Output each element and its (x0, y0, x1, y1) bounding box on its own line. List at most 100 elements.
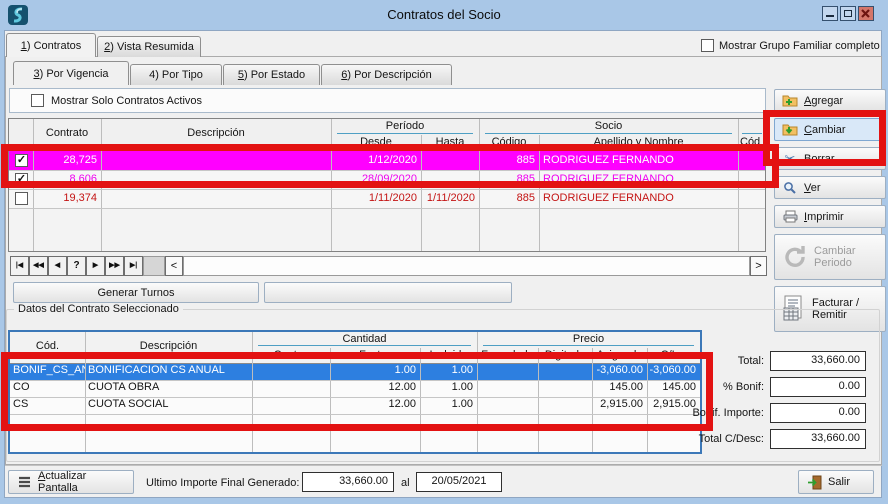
bonif-importe-label: Bonif. Importe: (672, 407, 764, 419)
cambiar-button[interactable]: Cambiar (774, 118, 886, 141)
tab-por-tipo-label: 4) Por Tipo (149, 69, 203, 81)
cell-desde: 1/11/2020 (331, 189, 417, 208)
generar-turnos-button[interactable]: Generar Turnos (13, 282, 259, 303)
edit-folder-icon (782, 123, 798, 137)
nav-last-button[interactable]: ▶| (124, 256, 143, 276)
mostrar-grupo-familiar-label: Mostrar Grupo Familiar completo (719, 40, 880, 52)
total-cdesc-field[interactable]: 33,660.00 (770, 429, 866, 449)
row-checkbox[interactable] (15, 192, 28, 205)
cambiar-periodo-button[interactable]: Cambiar Periodo (774, 234, 886, 280)
row-checkbox[interactable]: ✓ (15, 173, 28, 186)
tab-vista-resumida[interactable]: 2) Vista Resumida (97, 36, 201, 57)
nav-prev-page-button[interactable]: ◀◀ (29, 256, 48, 276)
window: Contratos del Socio 1) Contratos 2) Vist… (0, 0, 888, 504)
col-header-desde[interactable]: Desde (331, 136, 421, 148)
tab-por-tipo[interactable]: 4) Por Tipo (130, 64, 222, 85)
col-header-digitado[interactable]: Digitado (538, 349, 592, 361)
total-field[interactable]: 33,660.00 (770, 351, 866, 371)
tab-por-descripcion[interactable]: 6) Por Descripción (321, 64, 452, 85)
hscrollbar-right-arrow[interactable]: > (750, 256, 767, 276)
salir-label: Salir (828, 476, 850, 488)
borrar-button[interactable]: ✂ Borrar (774, 147, 886, 170)
cell-descripcion: CUOTA OBRA (88, 379, 251, 396)
group-header-socio: Socio (479, 120, 738, 132)
cell-cod: CS (13, 396, 85, 413)
col-header-cod-truncated[interactable]: Cód (740, 136, 765, 148)
bonif-importe-field[interactable]: 0.00 (770, 403, 866, 423)
detail-groupbox-title: Datos del Contrato Seleccionado (14, 303, 183, 315)
ultimo-importe-field[interactable]: 33,660.00 (302, 472, 394, 492)
cell-contrato: 8,606 (33, 170, 97, 189)
salir-button[interactable]: Salir (798, 470, 874, 494)
group-header-precio: Precio (477, 333, 700, 345)
nav-next-page-button[interactable]: ▶▶ (105, 256, 124, 276)
nav-prev-button[interactable]: ◀ (48, 256, 67, 276)
refresh-icon (782, 244, 808, 270)
printer-icon (782, 210, 798, 224)
group-header-cantidad: Cantidad (252, 333, 477, 345)
hscrollbar-track[interactable] (183, 256, 750, 276)
cell-nombre: RODRIGUEZ FERNANDO (543, 151, 738, 170)
col-header-cod[interactable]: Cód. (10, 340, 85, 352)
window-title: Contratos del Socio (0, 7, 888, 22)
cell-nombre: RODRIGUEZ FERNANDO (543, 170, 738, 189)
nav-help-button[interactable]: ? (67, 256, 86, 276)
tab-por-estado[interactable]: 5) Por Estado (223, 64, 320, 85)
cell-hasta (421, 170, 475, 189)
ultimo-importe-label: Ultimo Importe Final Generado: (146, 477, 299, 489)
ver-button[interactable]: Ver (774, 176, 886, 199)
imprimir-label: Imprimir (804, 211, 844, 223)
col-header-apellido-nombre[interactable]: Apellido y Nombre (539, 136, 738, 148)
bonif-pct-field[interactable]: 0.00 (770, 377, 866, 397)
generar-turnos-label: Generar Turnos (97, 287, 174, 299)
borrar-label: Borrar (804, 153, 835, 165)
col-header-contrato[interactable]: Contrato (33, 127, 101, 139)
col-header-descripcion[interactable]: Descripción (85, 340, 252, 352)
agregar-label: Agregar (804, 95, 843, 107)
tab-por-descripcion-label: 6) Por Descripción (341, 69, 431, 81)
col-header-asignado[interactable]: Asignado (592, 349, 647, 361)
tab-por-vigencia[interactable]: 3) Por Vigencia (13, 61, 129, 85)
col-header-cuotas[interactable]: Cuotas (252, 349, 330, 361)
mostrar-grupo-familiar-checkbox[interactable] (701, 39, 714, 52)
add-folder-icon (782, 94, 798, 108)
col-header-descripcion[interactable]: Descripción (101, 127, 331, 139)
tab-contratos[interactable]: 1) Contratos (6, 33, 96, 57)
agregar-button[interactable]: Agregar (774, 89, 886, 112)
col-header-codigo[interactable]: Código (479, 136, 539, 148)
close-button[interactable] (858, 6, 874, 21)
actualizar-pantalla-button[interactable]: Actualizar Pantalla (8, 470, 134, 494)
tab-por-vigencia-label: 3) Por Vigencia (33, 68, 108, 80)
cambiar-label: Cambiar (804, 124, 846, 136)
mostrar-solo-activos-label: Mostrar Solo Contratos Activos (51, 95, 202, 107)
tab-por-estado-label: 5) Por Estado (238, 69, 305, 81)
cell-incluida: 1.00 (420, 379, 473, 396)
col-header-formulado[interactable]: Formulado (477, 349, 538, 361)
hscrollbar-thumb[interactable] (143, 256, 165, 276)
cell-incluida: 1.00 (420, 362, 473, 379)
cell-a-facturar: 1.00 (330, 362, 416, 379)
nav-first-button[interactable]: |◀ (10, 256, 29, 276)
total-label: Total: (680, 355, 764, 367)
cell-desde: 28/09/2020 (331, 170, 417, 189)
detail-grid[interactable]: Cód. Descripción Cantidad Precio Cuotas … (8, 330, 702, 454)
cambiar-periodo-label: Cambiar Periodo (814, 245, 856, 269)
contracts-grid[interactable]: Contrato Descripción Período Socio Desde… (8, 118, 766, 252)
blank-button[interactable] (264, 282, 512, 303)
minimize-button[interactable] (822, 6, 838, 21)
maximize-button[interactable] (840, 6, 856, 21)
cell-a-facturar: 12.00 (330, 396, 416, 413)
hscrollbar-left-arrow[interactable]: < (165, 256, 183, 276)
minimize-icon (826, 15, 834, 17)
exit-door-icon (806, 475, 822, 489)
row-checkbox[interactable]: ✓ (15, 154, 28, 167)
col-header-a-facturar[interactable]: a Facturar (330, 349, 420, 361)
fecha-field[interactable]: 20/05/2021 (416, 472, 502, 492)
nav-next-button[interactable]: ▶ (86, 256, 105, 276)
imprimir-button[interactable]: Imprimir (774, 205, 886, 228)
col-header-incluida[interactable]: Incluida (420, 349, 477, 361)
cell-hasta (421, 151, 475, 170)
col-header-hasta[interactable]: Hasta (421, 136, 479, 148)
cell-nombre: RODRIGUEZ FERNANDO (543, 189, 738, 208)
mostrar-solo-activos-checkbox[interactable] (31, 94, 44, 107)
